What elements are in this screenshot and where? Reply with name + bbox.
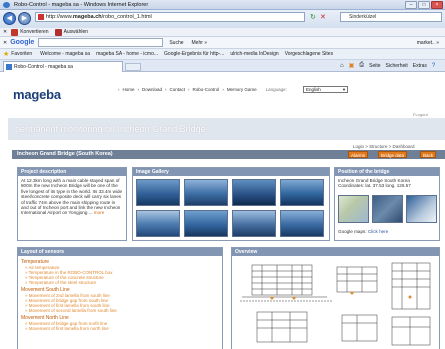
window-titlebar: Robo-Control - mageba sa - Windows Inter… xyxy=(0,0,445,10)
gallery-image[interactable] xyxy=(232,179,276,206)
nav-contact[interactable]: Contact xyxy=(170,87,186,92)
back-button[interactable]: ◀ xyxy=(3,12,16,25)
sensors-panel: Layout of sensors Temperature » Air temp… xyxy=(17,247,223,349)
home-icon[interactable]: ⌂ xyxy=(340,63,344,69)
command-bar: ⌂ ▣ ⎙ Seite Sicherheit Extras ? xyxy=(340,62,435,69)
print-icon[interactable]: ⎙ xyxy=(359,62,364,69)
google-toolbar: ✕ Google Suche Mehr » market.. » xyxy=(0,37,445,49)
position-panel: Position of the bridge Incheon Grand Bri… xyxy=(334,167,440,241)
nav-download[interactable]: Download xyxy=(142,87,162,92)
google-maps-row: Google maps: Click here xyxy=(338,229,389,234)
bridge-data-button[interactable]: Bridge data xyxy=(378,151,408,158)
site-nav: › Home › Download › Contact › Robo-Control ›… xyxy=(118,87,287,92)
logout-link[interactable]: FLogout xyxy=(413,112,428,117)
safety-menu[interactable]: Sicherheit xyxy=(386,63,408,69)
nav-bullet: › xyxy=(165,87,167,92)
map-image[interactable] xyxy=(338,195,369,223)
close-button[interactable]: × xyxy=(431,1,443,9)
translate-toolbar: ✕ Konvertieren Auswählen xyxy=(0,28,445,37)
gallery-image[interactable] xyxy=(136,179,180,206)
ie-logo-icon xyxy=(3,2,10,8)
project-panel: Project description At 12.3km long with … xyxy=(17,167,127,241)
favorites-button[interactable]: Favoriten xyxy=(11,51,32,57)
back-link-button[interactable]: Back xyxy=(420,151,437,158)
tab-page-icon xyxy=(6,64,12,70)
map-image[interactable] xyxy=(406,195,437,223)
minimize-button[interactable]: – xyxy=(405,1,417,9)
overview-panel: Overview xyxy=(231,247,440,349)
window-title: Robo-Control - mageba sa - Windows Inter… xyxy=(14,2,149,8)
chevron-down-icon: ▼ xyxy=(342,87,346,92)
position-panel-title: Position of the bridge xyxy=(335,168,439,176)
nav-bullet: › xyxy=(118,87,120,92)
bridge-title: Incheon Grand Bridge (South Korea) xyxy=(17,151,113,157)
page-menu[interactable]: Seite xyxy=(369,63,380,69)
feeds-icon[interactable]: ▣ xyxy=(349,62,355,69)
google-maps-link[interactable]: Click here xyxy=(368,229,388,234)
tab-robo-control[interactable]: Robo-Control - mageba sa xyxy=(3,61,123,72)
favorites-bar: ★ Favoriten Welcome - mageba sa mageba S… xyxy=(0,49,445,60)
nav-home[interactable]: Home xyxy=(123,87,135,92)
nav-bullet: › xyxy=(188,87,190,92)
map-image[interactable] xyxy=(372,195,403,223)
sensor-link[interactable]: » Movement of second lamella from south … xyxy=(21,308,219,313)
gallery-panel-title: Image Gallery xyxy=(133,168,329,176)
gallery-image[interactable] xyxy=(184,210,228,237)
select-icon xyxy=(54,28,62,36)
page-icon xyxy=(38,14,44,20)
more-link[interactable]: more xyxy=(94,210,104,215)
nav-bullet: › xyxy=(222,87,224,92)
language-select[interactable]: English ▼ xyxy=(303,86,348,93)
gallery-panel: Image Gallery xyxy=(132,167,330,241)
favorite-link[interactable]: ulrich-media InDesign xyxy=(230,51,278,57)
search-input[interactable]: Sinderküizel xyxy=(340,12,442,22)
google-logo: Google xyxy=(10,39,35,46)
favorite-link[interactable]: Google-Ergebnis für http-... xyxy=(164,51,224,57)
select-button[interactable]: Auswählen xyxy=(64,29,88,35)
nav-memory-game[interactable]: Memory Game xyxy=(227,87,257,92)
extras-menu[interactable]: Extras xyxy=(413,63,427,69)
language-label: Language: xyxy=(265,87,287,92)
toolbar-close-icon[interactable]: ✕ xyxy=(3,29,7,35)
google-search-input[interactable] xyxy=(38,38,164,47)
sensor-link[interactable]: » Movement of first lamella from north l… xyxy=(21,326,219,331)
position-info: Incheon Grand Bridge South Korea Coordin… xyxy=(338,178,411,189)
project-panel-title: Project description xyxy=(18,168,126,176)
convert-icon xyxy=(11,28,19,36)
star-icon: ★ xyxy=(3,51,10,58)
nav-bullet: › xyxy=(137,87,140,92)
gallery-image[interactable] xyxy=(136,210,180,237)
market-button[interactable]: market.. » xyxy=(417,40,439,46)
google-more-button[interactable]: Mehr » xyxy=(192,40,208,46)
banner-title: permanent monitoring on Incheon Grand Br… xyxy=(15,124,206,134)
window-controls: – □ × xyxy=(405,1,443,9)
forward-button[interactable]: ▶ xyxy=(18,12,31,25)
overview-panel-title: Overview xyxy=(232,248,439,256)
nav-robo-control[interactable]: Robo-Control xyxy=(193,87,220,92)
stop-icon[interactable]: ✕ xyxy=(320,13,326,21)
project-description: At 12.3km long with a main cable stayed … xyxy=(21,178,123,216)
sensor-link[interactable]: » Temperature of the steel structure xyxy=(21,280,219,285)
site-logo[interactable]: mageba xyxy=(13,87,61,102)
address-bar[interactable]: http://www.mageba.ch/robo_control_1.html xyxy=(35,12,305,22)
alarms-button[interactable]: Alarms xyxy=(348,151,369,158)
favorite-link[interactable]: mageba SA - home - icmo... xyxy=(96,51,158,57)
favorite-link[interactable]: Vorgeschlagene Sites xyxy=(285,51,333,57)
gallery-image[interactable] xyxy=(232,210,276,237)
maximize-button[interactable]: □ xyxy=(418,1,430,9)
gallery-image[interactable] xyxy=(280,179,324,206)
google-search-button[interactable]: Suche xyxy=(169,40,183,46)
refresh-icon[interactable]: ↻ xyxy=(310,13,316,21)
sensors-panel-title: Layout of sensors xyxy=(18,248,222,256)
new-tab-button[interactable] xyxy=(125,63,141,71)
convert-button[interactable]: Konvertieren xyxy=(20,29,48,35)
help-icon[interactable]: ? xyxy=(432,63,435,69)
google-toolbar-close-icon[interactable]: ✕ xyxy=(3,40,7,46)
gallery-image[interactable] xyxy=(280,210,324,237)
breadcrumb: Login > Structure > Dashboard xyxy=(353,144,415,149)
sensor-layout-drawing xyxy=(240,262,431,346)
gallery-image[interactable] xyxy=(184,179,228,206)
favorite-link[interactable]: Welcome - mageba sa xyxy=(40,51,90,57)
